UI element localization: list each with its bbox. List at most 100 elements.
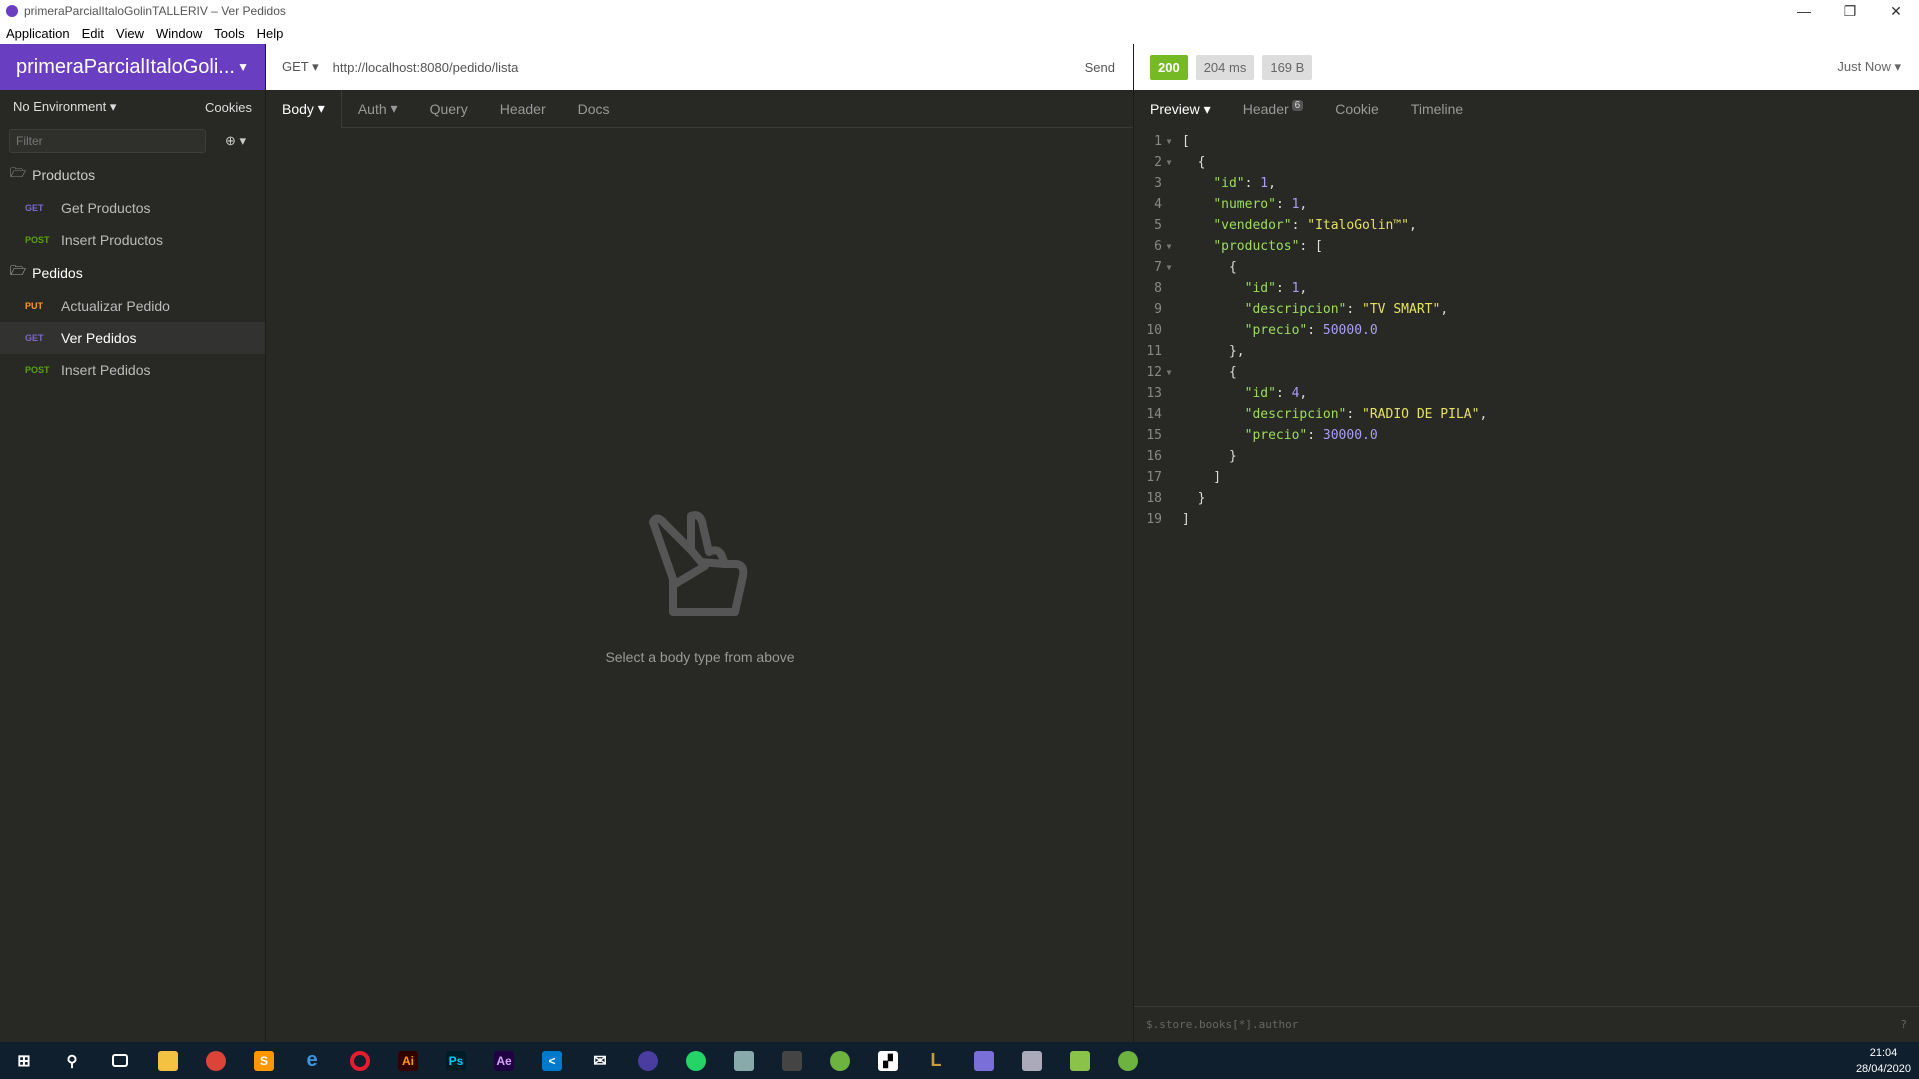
jsonpath-input[interactable]: $.store.books[*].author: [1146, 1018, 1298, 1031]
tab-timeline[interactable]: Timeline: [1395, 90, 1479, 128]
request-label: Insert Pedidos: [61, 362, 151, 378]
mail-icon[interactable]: ✉: [576, 1042, 624, 1079]
search-icon[interactable]: ⚲: [48, 1042, 96, 1079]
add-icon[interactable]: ⊕ ▾: [225, 133, 246, 149]
tab-header[interactable]: Header: [484, 90, 562, 128]
code-line: 8 "id": 1,: [1154, 281, 1308, 296]
tab-cookie[interactable]: Cookie: [1319, 90, 1395, 128]
restore-button[interactable]: ❐: [1827, 3, 1873, 20]
request-insert-productos[interactable]: POST Insert Productos: [0, 224, 265, 256]
menu-view[interactable]: View: [110, 26, 150, 41]
tab-docs[interactable]: Docs: [562, 90, 626, 128]
sticky-icon[interactable]: ▞: [864, 1042, 912, 1079]
jsonpath-filter: $.store.books[*].author ?: [1134, 1006, 1919, 1042]
send-button[interactable]: Send: [1067, 60, 1133, 75]
code-line: 10 "precio": 50000.0: [1146, 323, 1378, 338]
folder-label: Pedidos: [32, 265, 83, 281]
code-line: 6 ▼ "productos": [: [1154, 239, 1323, 254]
method-selector[interactable]: GET ▾: [266, 59, 333, 75]
code-line: 7 ▼ {: [1154, 260, 1237, 275]
request-tabs: Body ▾ Auth ▾ Query Header Docs: [266, 89, 1133, 128]
menu-window[interactable]: Window: [150, 26, 208, 41]
folder-productos[interactable]: 🗁 Productos: [0, 158, 265, 192]
edge-icon[interactable]: e: [288, 1042, 336, 1079]
request-label: Ver Pedidos: [61, 330, 137, 346]
cookies-button[interactable]: Cookies: [205, 100, 252, 115]
help-icon[interactable]: ?: [1900, 1018, 1907, 1031]
menu-application[interactable]: Application: [0, 26, 76, 41]
folder-open-icon: 🗁: [10, 263, 27, 278]
clock-date: 28/04/2020: [1855, 1062, 1911, 1075]
history-dropdown[interactable]: Just Now ▾: [1837, 59, 1901, 75]
windows-start-icon[interactable]: ⊞: [0, 1042, 48, 1079]
tab-response-header[interactable]: Header 6: [1227, 90, 1319, 128]
app-icon[interactable]: [768, 1042, 816, 1079]
minimize-button[interactable]: —: [1781, 3, 1827, 20]
method-badge: GET: [25, 203, 44, 213]
environment-selector[interactable]: No Environment ▾: [13, 99, 116, 115]
menu-help[interactable]: Help: [251, 26, 290, 41]
opera-icon[interactable]: [336, 1042, 384, 1079]
request-label: Actualizar Pedido: [61, 298, 170, 314]
sublime-icon[interactable]: S: [240, 1042, 288, 1079]
app-icon[interactable]: [1008, 1042, 1056, 1079]
illustrator-icon[interactable]: Ai: [384, 1042, 432, 1079]
code-line: 9 "descripcion": "TV SMART",: [1154, 302, 1449, 317]
method-badge: GET: [25, 333, 44, 343]
app-icon[interactable]: [960, 1042, 1008, 1079]
request-actualizar-pedido[interactable]: PUT Actualizar Pedido: [0, 290, 265, 322]
request-insert-pedidos[interactable]: POST Insert Pedidos: [0, 354, 265, 386]
time-badge: 204 ms: [1195, 54, 1255, 80]
filter-input[interactable]: Filter: [9, 129, 206, 153]
url-input[interactable]: http://localhost:8080/pedido/lista: [333, 60, 1067, 75]
app-icon[interactable]: [720, 1042, 768, 1079]
photoshop-icon[interactable]: Ps: [432, 1042, 480, 1079]
code-line: 14 "descripcion": "RADIO DE PILA",: [1146, 407, 1488, 422]
whatsapp-icon[interactable]: [672, 1042, 720, 1079]
code-line: 19]: [1146, 512, 1190, 527]
code-line: 1 ▼[: [1154, 134, 1190, 149]
task-view-icon[interactable]: [96, 1042, 144, 1079]
caret-down-icon: ▼: [237, 60, 249, 74]
code-line: 5 "vendedor": "ItaloGolin™",: [1154, 218, 1417, 233]
code-line: 11 },: [1146, 344, 1245, 359]
header-count-badge: 6: [1291, 99, 1304, 111]
folder-label: Productos: [32, 167, 96, 183]
url-bar: GET ▾ http://localhost:8080/pedido/lista…: [266, 44, 1133, 90]
workspace-name: primeraParcialItaloGoli...: [16, 55, 235, 78]
tab-preview[interactable]: Preview ▾: [1134, 90, 1227, 128]
code-line: 2 ▼ {: [1154, 155, 1206, 170]
peace-hand-icon: [649, 511, 748, 616]
request-get-productos[interactable]: GET Get Productos: [0, 192, 265, 224]
empty-body-state: Select a body type from above: [266, 504, 1134, 665]
tab-query[interactable]: Query: [414, 90, 484, 128]
size-badge: 169 B: [1262, 54, 1313, 80]
tab-body[interactable]: Body ▾: [266, 89, 342, 128]
code-line: 17 ]: [1146, 470, 1222, 485]
eclipse-icon[interactable]: [624, 1042, 672, 1079]
workspace-selector[interactable]: primeraParcialItaloGoli... ▼: [0, 44, 265, 90]
after-effects-icon[interactable]: Ae: [480, 1042, 528, 1079]
clock-time: 21:04: [1869, 1046, 1898, 1059]
spring-icon[interactable]: [816, 1042, 864, 1079]
response-pane: 200 204 ms 169 B Just Now ▾ Preview ▾ He…: [1134, 44, 1919, 1042]
status-badge: 200: [1150, 54, 1188, 80]
league-icon[interactable]: L: [912, 1042, 960, 1079]
code-line: 3 "id": 1,: [1154, 176, 1276, 191]
file-explorer-icon[interactable]: [144, 1042, 192, 1079]
folder-icon: 🗁: [10, 165, 27, 180]
spring-icon[interactable]: [1104, 1042, 1152, 1079]
tab-auth[interactable]: Auth ▾: [342, 90, 414, 128]
notepad-icon[interactable]: [1056, 1042, 1104, 1079]
close-button[interactable]: ✕: [1873, 3, 1919, 20]
response-status-bar: 200 204 ms 169 B Just Now ▾: [1134, 44, 1919, 90]
menu-edit[interactable]: Edit: [76, 26, 110, 41]
menu-tools[interactable]: Tools: [208, 26, 250, 41]
vscode-icon[interactable]: <: [528, 1042, 576, 1079]
method-badge: PUT: [25, 301, 43, 311]
system-clock[interactable]: 21:04 28/04/2020: [1856, 1045, 1911, 1077]
folder-pedidos[interactable]: 🗁 Pedidos: [0, 256, 265, 290]
request-ver-pedidos[interactable]: GET Ver Pedidos: [0, 322, 265, 354]
chrome-icon[interactable]: [192, 1042, 240, 1079]
environment-row: No Environment ▾ Cookies: [0, 90, 265, 124]
